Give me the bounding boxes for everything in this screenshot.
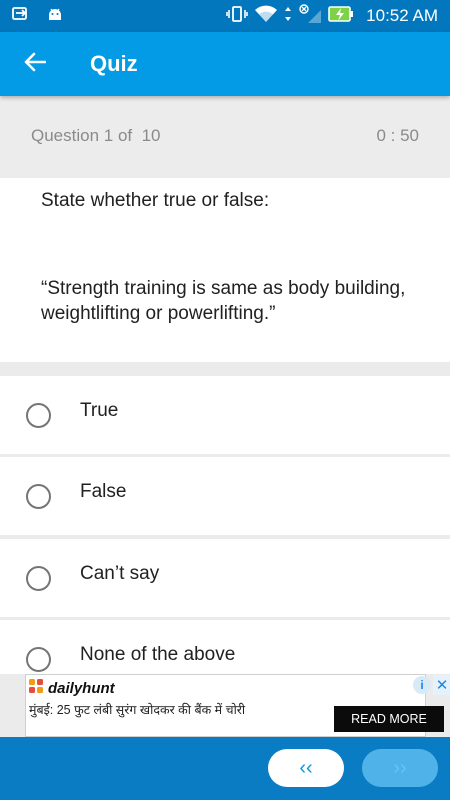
page-title: Quiz — [90, 51, 138, 76]
question-card: State whether true or false: “Strength t… — [0, 178, 450, 362]
answer-options: True False Can’t say None of the above — [0, 376, 450, 674]
android-icon — [46, 5, 64, 28]
option-cant-say[interactable]: Can’t say — [0, 539, 450, 617]
ad-headline: मुंबई: 25 फुट लंबी सुरंग खोदकर की बैंक म… — [29, 703, 246, 717]
battery-charging-icon — [328, 5, 354, 28]
option-false[interactable]: False — [0, 457, 450, 535]
back-button[interactable] — [15, 44, 55, 84]
dailyhunt-logo-icon — [28, 678, 46, 699]
usb-icon — [12, 6, 32, 27]
quiz-timer: 0 : 50 — [376, 126, 419, 145]
question-counter: Question 1 of 10 — [31, 126, 161, 145]
option-label: False — [80, 481, 127, 502]
previous-button[interactable]: ‹‹ — [268, 749, 344, 787]
radio-button[interactable] — [26, 484, 51, 509]
radio-button[interactable] — [26, 566, 51, 591]
bottom-navigation: ‹‹ ›› — [0, 737, 450, 800]
radio-button[interactable] — [26, 647, 51, 672]
arrow-back-icon — [24, 52, 47, 77]
info-icon[interactable]: i — [413, 676, 431, 694]
option-none-of-the-above[interactable]: None of the above — [0, 620, 450, 674]
next-button[interactable]: ›› — [362, 749, 438, 787]
ad-logo: dailyhunt — [28, 678, 115, 699]
question-statement: “Strength training is same as body build… — [41, 278, 406, 324]
close-icon[interactable]: ✕ — [433, 675, 450, 695]
question-instruction: State whether true or false: — [41, 190, 270, 211]
ad-brand: dailyhunt — [48, 680, 115, 697]
status-bar: 10:52 AM — [0, 0, 450, 32]
vibrate-icon — [226, 5, 248, 28]
clock: 10:52 AM — [366, 6, 438, 25]
data-arrows-icon — [284, 6, 292, 27]
radio-button[interactable] — [26, 403, 51, 428]
option-label: None of the above — [80, 644, 236, 665]
question-header: Question 1 of 10 0 : 50 — [0, 96, 450, 176]
wifi-icon — [254, 5, 278, 28]
option-label: Can’t say — [80, 563, 160, 584]
option-label: True — [80, 400, 119, 421]
read-more-button[interactable]: READ MORE — [334, 706, 444, 732]
no-sim-icon — [298, 3, 322, 29]
ad-banner[interactable]: dailyhunt मुंबई: 25 फुट लंबी सुरंग खोदकर… — [25, 674, 450, 737]
option-true[interactable]: True — [0, 376, 450, 454]
app-bar: Quiz — [0, 32, 450, 96]
